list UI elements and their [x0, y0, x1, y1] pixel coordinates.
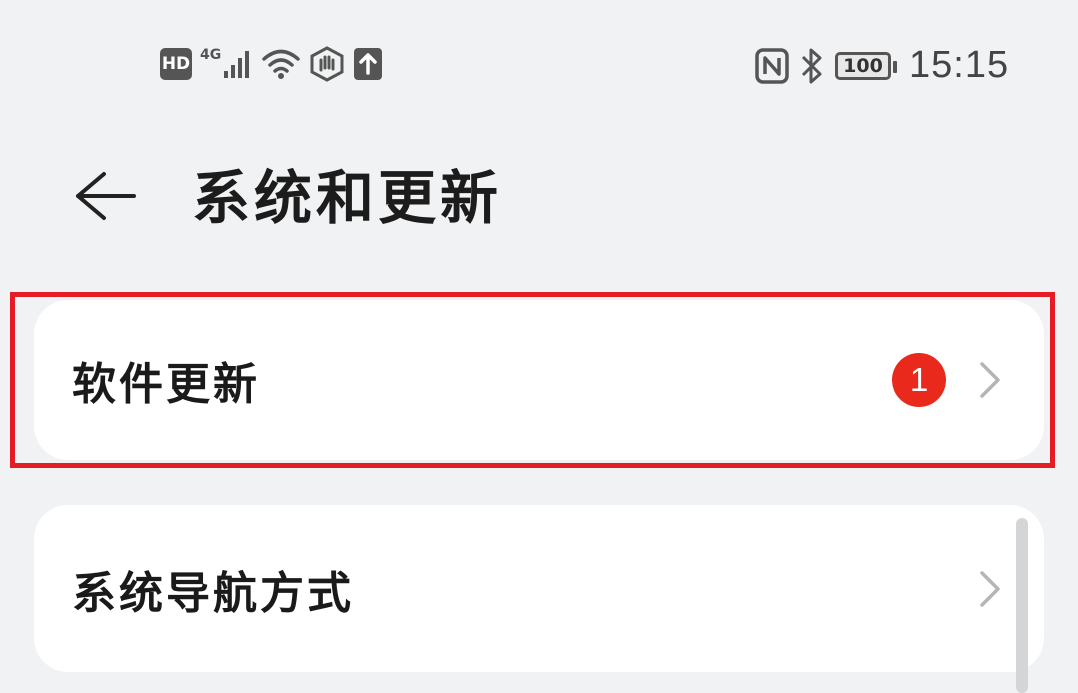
upload-icon — [354, 48, 383, 80]
chevron-right-icon — [980, 362, 1000, 398]
software-update-label: 软件更新 — [72, 359, 260, 410]
software-update-item[interactable]: 软件更新 1 — [34, 300, 1044, 460]
system-navigation-item[interactable]: 系统导航方式 — [34, 505, 1044, 672]
back-arrow-icon[interactable] — [70, 166, 140, 226]
status-right: 100 15:15 — [755, 44, 1009, 87]
notification-badge: 1 — [892, 353, 946, 407]
status-left: HD 4G — [160, 46, 383, 82]
hd-icon: HD — [160, 48, 192, 80]
cellular-signal-icon: 4G — [200, 47, 253, 79]
bluetooth-icon — [801, 48, 822, 83]
battery-icon: 100 — [835, 51, 897, 80]
signal-bars-icon — [224, 51, 250, 78]
scrollbar[interactable] — [1016, 518, 1028, 693]
system-navigation-label: 系统导航方式 — [72, 567, 354, 619]
page-title: 系统和更新 — [192, 164, 503, 232]
title-bar: 系统和更新 — [0, 150, 1078, 245]
clock: 15:15 — [909, 44, 1010, 86]
wifi-icon — [262, 49, 300, 79]
status-bar: HD 4G 100 15:15 — [0, 0, 1078, 130]
chevron-right-icon — [980, 570, 1000, 607]
network-type: 4G — [200, 47, 222, 63]
nfc-icon — [755, 47, 789, 84]
hand-shield-icon — [310, 46, 344, 82]
